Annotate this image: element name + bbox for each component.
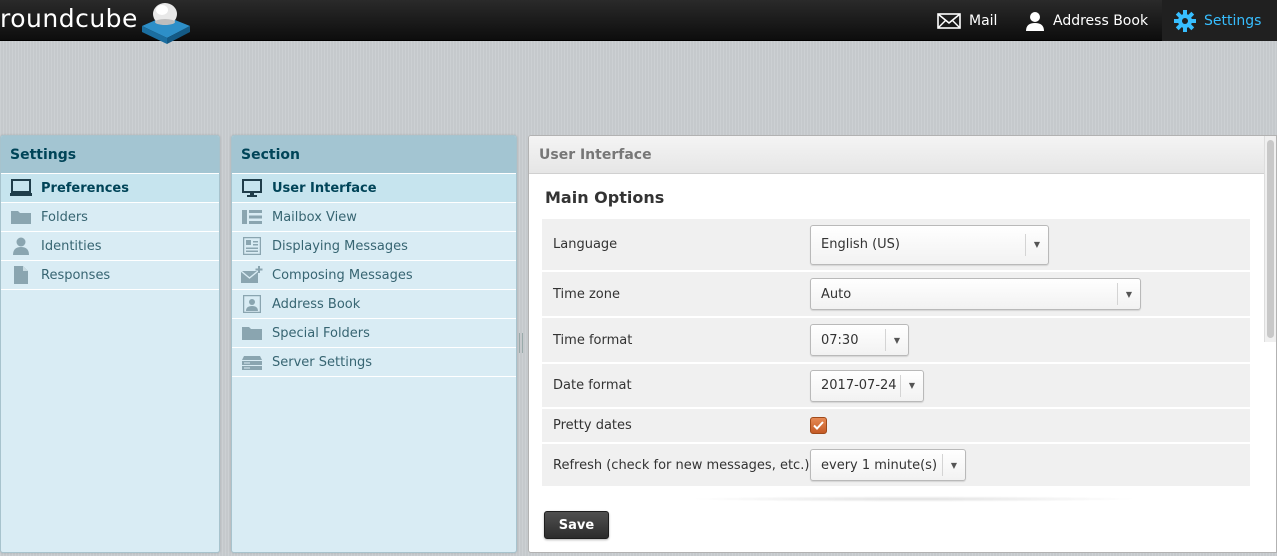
panel-splitter[interactable] — [519, 333, 525, 353]
gear-icon — [1174, 9, 1196, 32]
section-divider-shadow — [689, 496, 1139, 502]
pretty-dates-checkbox[interactable] — [810, 417, 827, 434]
section-panel-title: Section — [232, 136, 516, 174]
option-label: Time zone — [553, 286, 620, 302]
settings-item-responses[interactable]: Responses — [1, 261, 219, 290]
section-item-composing-messages[interactable]: Composing Messages — [232, 261, 516, 290]
vertical-scrollbar[interactable] — [1264, 136, 1276, 342]
person-icon — [1026, 11, 1044, 31]
envelope-icon — [937, 12, 961, 29]
message-view-icon — [241, 237, 263, 255]
settings-item-preferences[interactable]: Preferences — [1, 174, 219, 203]
document-icon — [10, 266, 32, 284]
roundcube-logo[interactable]: roundcube — [0, 0, 200, 44]
nav-settings[interactable]: Settings — [1162, 0, 1277, 41]
option-row-time-format: Time format 07:30 ▼ — [542, 318, 1250, 364]
list-view-icon — [241, 208, 263, 226]
compose-envelope-icon — [241, 266, 263, 284]
refresh-select[interactable]: every 1 minute(s) ▼ — [810, 449, 966, 481]
top-bar: roundcube Mail Address Book Settings — [0, 0, 1277, 44]
save-button[interactable]: Save — [544, 511, 609, 539]
settings-item-label: Responses — [41, 267, 111, 283]
section-item-label: Composing Messages — [272, 267, 413, 283]
timezone-select[interactable]: Auto ▼ — [810, 278, 1141, 310]
option-row-language: Language English (US) ▼ — [542, 219, 1250, 272]
section-item-special-folders[interactable]: Special Folders — [232, 319, 516, 348]
server-icon — [241, 353, 263, 371]
language-select-value: English (US) — [821, 237, 900, 252]
preferences-content: User Interface Main Options Language Eng… — [528, 135, 1277, 553]
settings-panel-title: Settings — [1, 136, 219, 174]
time-format-select-value: 07:30 — [821, 332, 859, 348]
settings-item-label: Folders — [41, 209, 88, 225]
option-row-timezone: Time zone Auto ▼ — [542, 272, 1250, 318]
date-format-select[interactable]: 2017-07-24 ▼ — [810, 369, 924, 402]
nav-mail-label: Mail — [969, 12, 998, 29]
monitor-icon — [10, 179, 32, 197]
nav-address-book[interactable]: Address Book — [1013, 0, 1160, 41]
section-item-address-book[interactable]: Address Book — [232, 290, 516, 319]
section-item-label: Displaying Messages — [272, 238, 408, 254]
nav-settings-label: Settings — [1204, 12, 1262, 29]
language-select[interactable]: English (US) ▼ — [810, 224, 1049, 265]
time-format-select[interactable]: 07:30 ▼ — [810, 324, 909, 356]
settings-panel: Settings Preferences Folders Identities … — [0, 135, 220, 553]
person-icon — [10, 237, 32, 255]
section-panel: Section User Interface Mailbox View Disp… — [231, 135, 517, 553]
section-item-mailbox-view[interactable]: Mailbox View — [232, 203, 516, 232]
dropdown-arrow-icon: ▼ — [1117, 283, 1140, 305]
section-item-label: Special Folders — [272, 325, 370, 341]
checkmark-icon — [813, 421, 824, 430]
scrollbar-thumb[interactable] — [1267, 140, 1274, 338]
options-table: Language English (US) ▼ Time zone Auto ▼… — [542, 219, 1250, 488]
section-item-label: Mailbox View — [272, 209, 357, 225]
dropdown-arrow-icon: ▼ — [942, 454, 965, 476]
logo-box-icon — [142, 3, 190, 44]
section-item-label: Server Settings — [272, 354, 373, 370]
date-format-select-value: 2017-07-24 — [821, 378, 897, 393]
refresh-select-value: every 1 minute(s) — [821, 457, 938, 473]
dropdown-arrow-icon: ▼ — [900, 374, 923, 397]
section-item-user-interface[interactable]: User Interface — [232, 174, 516, 203]
section-item-label: User Interface — [272, 180, 377, 196]
section-item-server-settings[interactable]: Server Settings — [232, 348, 516, 377]
settings-item-identities[interactable]: Identities — [1, 232, 219, 261]
option-row-date-format: Date format 2017-07-24 ▼ — [542, 364, 1250, 409]
logo-text: roundcube — [0, 4, 138, 33]
timezone-select-value: Auto — [821, 286, 852, 302]
option-label: Date format — [553, 378, 632, 393]
option-label: Refresh (check for new messages, etc.) — [553, 457, 810, 473]
section-item-displaying-messages[interactable]: Displaying Messages — [232, 232, 516, 261]
folder-icon — [241, 324, 263, 342]
monitor-icon — [241, 179, 263, 197]
content-header: User Interface — [529, 136, 1276, 174]
folder-icon — [10, 208, 32, 226]
option-label: Pretty dates — [553, 418, 632, 433]
settings-item-label: Preferences — [41, 180, 129, 196]
nav-address-book-label: Address Book — [1053, 12, 1149, 29]
contact-card-icon — [241, 295, 263, 313]
dropdown-arrow-icon: ▼ — [885, 329, 908, 351]
section-item-label: Address Book — [272, 296, 361, 312]
settings-item-label: Identities — [41, 238, 102, 254]
option-label: Language — [553, 237, 618, 252]
settings-item-folders[interactable]: Folders — [1, 203, 219, 232]
option-label: Time format — [553, 332, 633, 348]
dropdown-arrow-icon: ▼ — [1025, 233, 1048, 256]
option-row-refresh: Refresh (check for new messages, etc.) e… — [542, 444, 1250, 488]
nav-mail[interactable]: Mail — [925, 0, 1009, 41]
main-options-title: Main Options — [545, 188, 665, 207]
option-row-pretty-dates: Pretty dates — [542, 409, 1250, 444]
